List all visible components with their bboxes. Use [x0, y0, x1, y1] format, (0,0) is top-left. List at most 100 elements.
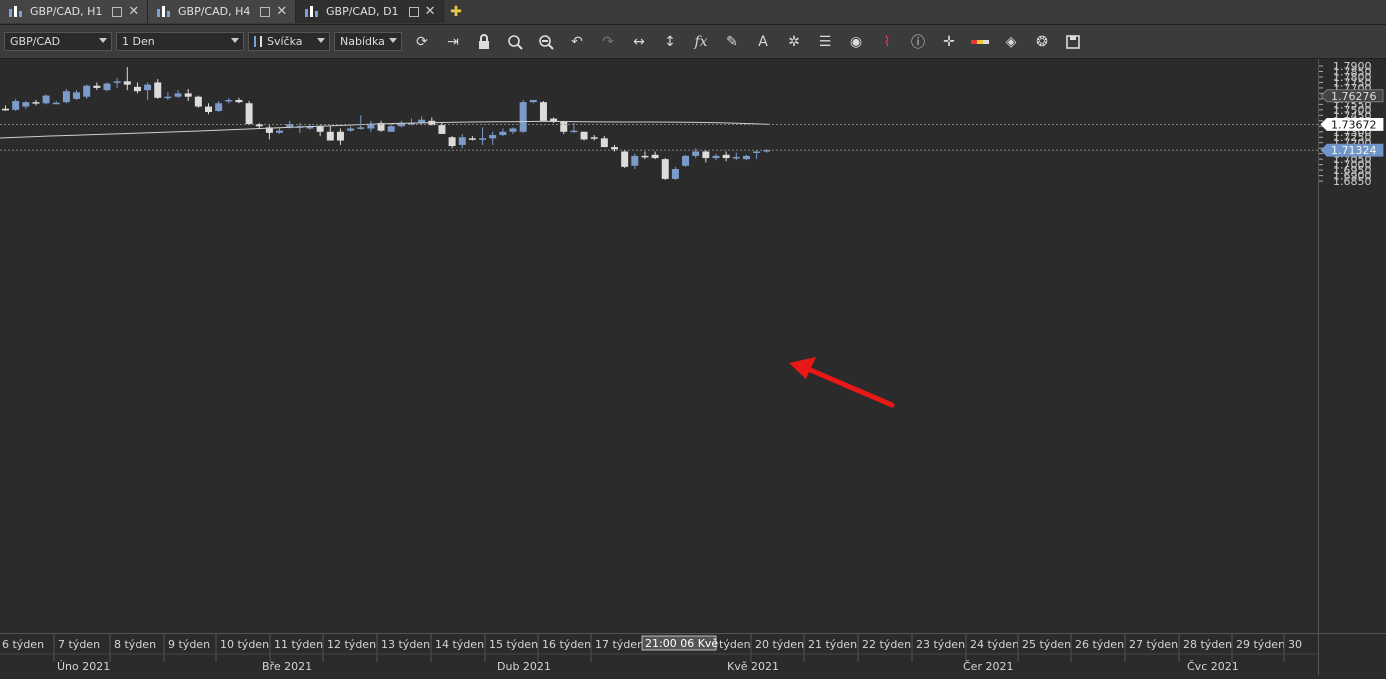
candles-icon: [254, 36, 262, 47]
indicators-icon[interactable]: fx: [690, 31, 712, 53]
visibility-icon[interactable]: ◉: [845, 31, 867, 53]
tab-gbpcad-d1[interactable]: GBP/CAD, D1 ✕: [296, 0, 444, 23]
candle-body: [539, 102, 547, 121]
chart-type-select[interactable]: Svíčka: [248, 32, 330, 51]
month-label: Čer 2021: [963, 660, 1013, 673]
alerts-icon[interactable]: ⌇: [876, 31, 898, 53]
week-label: 28 týden: [1183, 638, 1232, 651]
tab-bar: GBP/CAD, H1 ✕ GBP/CAD, H4 ✕ GBP/CAD, D1 …: [0, 0, 1386, 25]
undo-icon[interactable]: ↶: [566, 31, 588, 53]
candle-body: [93, 85, 101, 88]
price-chart-svg[interactable]: [0, 59, 1318, 633]
candle-body: [468, 138, 476, 140]
color-icon[interactable]: [969, 31, 991, 53]
annotation-arrow-shaft: [805, 366, 895, 408]
close-icon[interactable]: ✕: [425, 5, 436, 18]
week-label: 26 týden: [1075, 638, 1124, 651]
close-icon[interactable]: ✕: [128, 5, 139, 18]
candle-body: [22, 102, 30, 107]
candle-body: [499, 131, 507, 136]
candle-body: [103, 83, 111, 91]
candle-body: [509, 128, 517, 132]
symbol-select-value: GBP/CAD: [10, 35, 61, 48]
candle-body: [692, 151, 700, 156]
add-chart-icon[interactable]: ✚: [446, 2, 466, 22]
candle-body: [712, 155, 720, 159]
candle-body: [52, 102, 60, 105]
candle-body: [276, 130, 284, 133]
crosshair-icon[interactable]: ✛: [938, 31, 960, 53]
week-label: 15 týden: [489, 638, 538, 651]
price-chart[interactable]: [0, 59, 1318, 633]
candle-body: [732, 156, 740, 159]
candle-body: [62, 91, 70, 103]
candle-body: [742, 155, 750, 160]
candle-body: [651, 154, 659, 159]
layers-icon[interactable]: ☰: [814, 31, 836, 53]
week-label: 13 týden: [381, 638, 430, 651]
candle-body: [641, 155, 649, 158]
candle-body: [235, 99, 243, 103]
candle-body: [357, 127, 365, 129]
crosshair-week-suffix: týden: [719, 638, 751, 651]
week-label: 24 týden: [970, 638, 1019, 651]
symbol-select[interactable]: GBP/CAD: [4, 32, 112, 51]
popout-icon[interactable]: [112, 6, 123, 17]
objects-icon[interactable]: ✲: [783, 31, 805, 53]
popout-icon[interactable]: [408, 6, 419, 17]
week-label: 30: [1288, 638, 1302, 651]
candle-body: [326, 131, 334, 141]
candle-body: [458, 137, 466, 145]
price-side-select[interactable]: Nabídka: [334, 32, 402, 51]
week-label: 6 týden: [2, 638, 44, 651]
price-side-select-value: Nabídka: [340, 35, 385, 48]
fill-icon[interactable]: ◈: [1000, 31, 1022, 53]
save-icon[interactable]: [1062, 31, 1084, 53]
candle-body: [144, 84, 152, 91]
chart-type-select-value: Svíčka: [267, 35, 303, 48]
refresh-icon[interactable]: ⟳: [411, 31, 433, 53]
week-label: 29 týden: [1236, 638, 1285, 651]
settings-icon[interactable]: ❂: [1031, 31, 1053, 53]
tab-label: GBP/CAD, D1: [326, 5, 399, 18]
candle-body: [580, 131, 588, 140]
tab-gbpcad-h1[interactable]: GBP/CAD, H1 ✕: [0, 0, 148, 23]
candles-icon: [8, 5, 22, 18]
month-label: Čvc 2021: [1187, 660, 1239, 673]
timeframe-select[interactable]: 1 Den: [116, 32, 244, 51]
tab-label: GBP/CAD, H1: [30, 5, 103, 18]
price-badge-label: 1.76276: [1331, 90, 1377, 103]
zoom-in-icon[interactable]: [504, 31, 526, 53]
candle-body: [164, 96, 172, 99]
week-label: 20 týden: [755, 638, 804, 651]
candle-body: [174, 93, 182, 97]
candle-body: [336, 131, 344, 141]
redo-icon[interactable]: ↷: [597, 31, 619, 53]
vertical-scale-icon[interactable]: ↕: [659, 31, 681, 53]
price-axis-svg: 1.79001.78501.78001.77501.77001.76501.76…: [1319, 60, 1384, 188]
candle-body: [682, 155, 690, 166]
week-label: 21 týden: [808, 638, 857, 651]
lock-icon[interactable]: [473, 31, 495, 53]
candle-body: [702, 151, 710, 159]
close-icon[interactable]: ✕: [276, 5, 287, 18]
text-icon[interactable]: A: [752, 31, 774, 53]
candle-body: [194, 96, 202, 107]
candle-body: [83, 85, 91, 97]
candle-body: [123, 81, 131, 85]
candle-body: [560, 121, 568, 132]
time-axis[interactable]: 6 týden 7 týden 8 týden 9 týden 10 týden 11 t…: [0, 633, 1318, 675]
info-icon[interactable]: ⓘ: [907, 31, 929, 53]
candle-body: [245, 103, 253, 125]
popout-icon[interactable]: [260, 6, 271, 17]
draw-icon[interactable]: ✎: [721, 31, 743, 53]
candle-body: [479, 138, 487, 140]
candle-body: [154, 82, 162, 98]
autoscroll-icon[interactable]: ⇥: [442, 31, 464, 53]
candle-body: [184, 93, 192, 97]
zoom-out-icon[interactable]: [535, 31, 557, 53]
candle-body: [753, 151, 761, 153]
horizontal-scale-icon[interactable]: ↔: [628, 31, 650, 53]
tab-gbpcad-h4[interactable]: GBP/CAD, H4 ✕: [148, 0, 296, 23]
price-axis[interactable]: 1.79001.78501.78001.77501.77001.76501.76…: [1318, 59, 1386, 633]
